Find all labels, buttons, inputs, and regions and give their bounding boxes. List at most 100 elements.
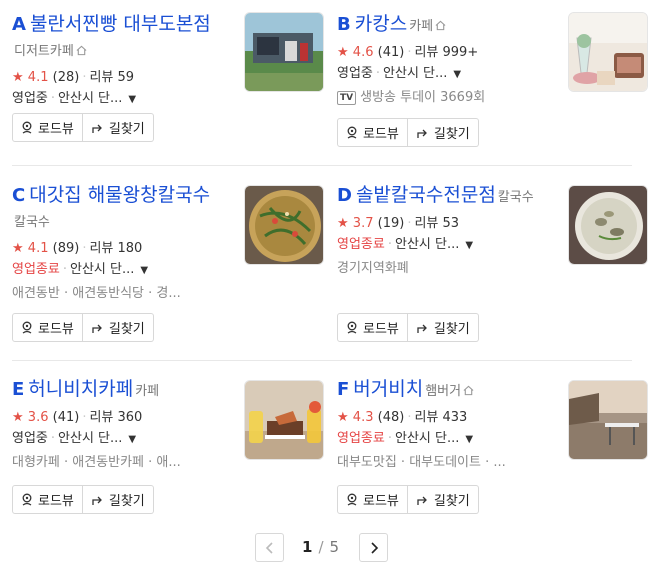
review-count[interactable]: 리뷰 59 [89, 70, 134, 85]
place-card: C 대갓집 해물왕창칼국수칼국수 ★ 4.1 (89) · 리뷰 180 영업종료 · 안… [12, 183, 324, 342]
chevron-right-icon [370, 541, 378, 554]
directions-arrow-icon [417, 129, 427, 138]
review-count[interactable]: 리뷰 180 [89, 241, 142, 256]
place-name[interactable]: 허니비치카페 [28, 378, 133, 400]
roadview-button[interactable]: 로드뷰 [12, 313, 83, 342]
roadview-button[interactable]: 로드뷰 [337, 118, 408, 147]
directions-arrow-icon [92, 496, 102, 505]
directions-button[interactable]: 길찾기 [82, 485, 154, 514]
place-card: B 카캉스 카페 ★ 4.6 (41) · 리뷰 999+ 영업중 · 안산시 단... ▼ … [337, 12, 649, 147]
caret-down-icon[interactable]: ▼ [140, 265, 148, 276]
place-thumbnail[interactable] [568, 12, 648, 92]
business-status: 영업중 [12, 431, 48, 446]
caret-down-icon[interactable]: ▼ [128, 434, 136, 445]
action-buttons: 로드뷰 길찾기 [337, 118, 479, 147]
roadview-icon [347, 493, 357, 505]
place-thumbnail[interactable] [244, 12, 324, 92]
place-address: 안산시 단... [394, 431, 460, 446]
place-marker-letter: C [12, 185, 26, 206]
directions-button[interactable]: 길찾기 [82, 113, 154, 142]
star-icon: ★ [12, 241, 24, 256]
roadview-icon [347, 321, 357, 333]
home-icon [435, 20, 446, 31]
home-icon [463, 385, 474, 396]
place-category: 카페 [135, 384, 160, 399]
review-count[interactable]: 리뷰 999+ [414, 45, 478, 60]
star-icon: ★ [12, 410, 24, 425]
roadview-button[interactable]: 로드뷰 [337, 313, 408, 342]
roadview-button[interactable]: 로드뷰 [337, 485, 408, 514]
row-divider [12, 165, 632, 166]
caret-down-icon[interactable]: ▼ [128, 94, 136, 105]
roadview-button[interactable]: 로드뷰 [12, 485, 83, 514]
star-icon: ★ [12, 70, 24, 85]
place-thumbnail[interactable] [568, 380, 648, 460]
action-buttons: 로드뷰 길찾기 [12, 485, 154, 514]
place-name[interactable]: 버거비치 [353, 378, 423, 400]
place-name[interactable]: 카캉스 [355, 13, 407, 35]
directions-button[interactable]: 길찾기 [82, 313, 154, 342]
rating-count: (41) [52, 410, 80, 425]
directions-arrow-icon [417, 324, 427, 333]
place-title[interactable]: C 대갓집 해물왕창칼국수칼국수 [12, 183, 212, 235]
caret-down-icon[interactable]: ▼ [465, 434, 473, 445]
review-count[interactable]: 리뷰 360 [89, 410, 142, 425]
place-tags: 애견동반 · 애견동반식당 · 경... [12, 286, 181, 301]
action-buttons: 로드뷰 길찾기 [337, 485, 479, 514]
action-buttons: 로드뷰 길찾기 [12, 113, 154, 142]
place-thumbnail[interactable] [244, 380, 324, 460]
rating-value: 3.7 [352, 216, 374, 231]
caret-down-icon[interactable]: ▼ [465, 240, 473, 251]
directions-button[interactable]: 길찾기 [407, 313, 479, 342]
prev-page-button[interactable] [255, 533, 284, 562]
place-title[interactable]: D 솔밭칼국수전문점 칼국수 [337, 183, 537, 210]
roadview-icon [22, 321, 32, 333]
pagination: 1/5 [0, 533, 649, 563]
star-icon: ★ [337, 216, 349, 231]
tv-badge-icon: TV [337, 91, 357, 105]
rating-value: 3.6 [27, 410, 49, 425]
page-indicator: 1/5 [302, 538, 340, 556]
place-address: 안산시 단... [394, 237, 460, 252]
place-category: 카페 [409, 19, 434, 34]
place-title[interactable]: B 카캉스 카페 [337, 12, 537, 39]
place-card: E 허니비치카페 카페 ★ 3.6 (41) · 리뷰 360 영업중 · 안산시 단...… [12, 377, 324, 514]
directions-button[interactable]: 길찾기 [407, 118, 479, 147]
place-thumbnail[interactable] [244, 185, 324, 265]
directions-arrow-icon [92, 324, 102, 333]
place-title[interactable]: E 허니비치카페 카페 [12, 377, 212, 404]
review-count[interactable]: 리뷰 53 [414, 216, 459, 231]
star-icon: ★ [337, 45, 349, 60]
place-marker-letter: D [337, 185, 352, 206]
place-address: 안산시 단... [58, 431, 123, 446]
row-divider [12, 360, 632, 361]
caret-down-icon[interactable]: ▼ [453, 69, 461, 80]
action-buttons: 로드뷰 길찾기 [12, 313, 154, 342]
roadview-icon [22, 121, 32, 133]
rating-value: 4.1 [27, 70, 49, 85]
place-name[interactable]: 대갓집 해물왕창칼국수 [29, 184, 210, 206]
action-buttons: 로드뷰 길찾기 [337, 313, 479, 342]
review-count[interactable]: 리뷰 433 [414, 410, 467, 425]
star-icon: ★ [337, 410, 349, 425]
place-name[interactable]: 솔밭칼국수전문점 [356, 184, 496, 206]
place-address: 안산시 단... [383, 66, 448, 81]
place-title[interactable]: F 버거비치 햄버거 [337, 377, 537, 404]
place-marker-letter: B [337, 14, 351, 35]
next-page-button[interactable] [359, 533, 388, 562]
place-marker-letter: F [337, 379, 350, 400]
roadview-icon [22, 493, 32, 505]
directions-button[interactable]: 길찾기 [407, 485, 479, 514]
rating-count: (48) [377, 410, 405, 425]
directions-arrow-icon [417, 496, 427, 505]
place-card: A 불란서찐빵 대부도본점디저트카페 ★ 4.1 (28) · 리뷰 59 영업중 · 안… [12, 12, 324, 142]
roadview-icon [347, 126, 357, 138]
place-thumbnail[interactable] [568, 185, 648, 265]
rating-count: (89) [52, 241, 80, 256]
place-title[interactable]: A 불란서찐빵 대부도본점디저트카페 [12, 12, 212, 64]
place-name[interactable]: 불란서찐빵 대부도본점 [30, 13, 211, 35]
roadview-button[interactable]: 로드뷰 [12, 113, 83, 142]
place-category: 칼국수 [497, 190, 534, 205]
place-category: 햄버거 [425, 384, 462, 399]
directions-arrow-icon [92, 124, 102, 133]
